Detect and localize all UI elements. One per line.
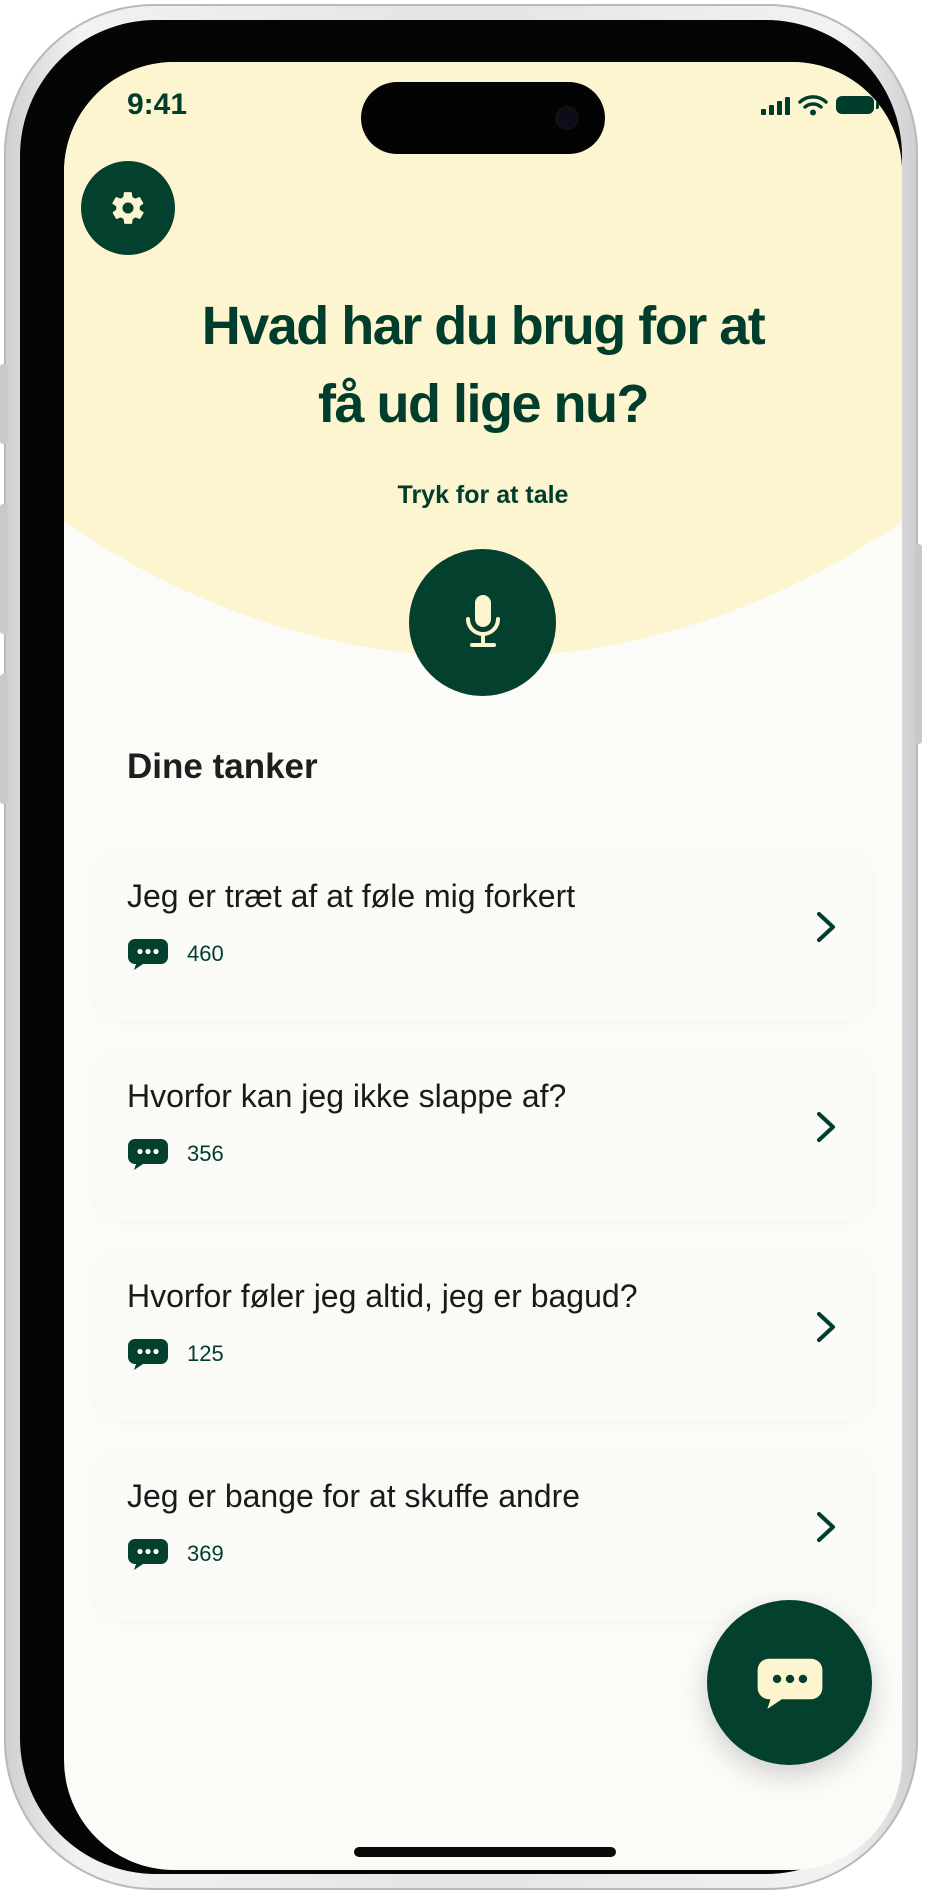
thought-item[interactable]: Hvorfor kan jeg ikke slappe af? 356 xyxy=(94,1052,872,1220)
gear-icon xyxy=(112,192,144,224)
thought-title: Hvorfor kan jeg ikke slappe af? xyxy=(127,1078,567,1114)
new-chat-button[interactable] xyxy=(707,1600,872,1765)
chat-bubble-icon xyxy=(757,1658,822,1709)
page-title-line-1: Hvad har du brug for at xyxy=(201,296,766,356)
phone-frame: 9:41 Hvad har du brug for at få ud lige … xyxy=(0,4,922,1890)
thought-item[interactable]: Jeg er træt af at føle mig forkert 460 xyxy=(94,852,872,1020)
action-button xyxy=(0,364,8,444)
chevron-right-icon xyxy=(817,1112,835,1142)
thought-meta: 125 xyxy=(127,1337,224,1371)
comment-count: 356 xyxy=(187,1141,224,1166)
volume-up-button xyxy=(0,504,8,634)
cellular-signal-icon xyxy=(761,95,790,115)
thought-meta: 369 xyxy=(127,1537,224,1571)
battery-icon xyxy=(836,96,879,114)
thought-title: Hvorfor føler jeg altid, jeg er bagud? xyxy=(127,1278,638,1314)
comment-count: 369 xyxy=(187,1541,224,1566)
thought-meta: 460 xyxy=(127,937,224,971)
thought-title: Jeg er træt af at føle mig forkert xyxy=(127,878,576,914)
chevron-right-icon xyxy=(817,1512,835,1542)
thought-item[interactable]: Jeg er bange for at skuffe andre 369 xyxy=(94,1452,872,1620)
wifi-icon xyxy=(798,95,828,116)
app-screen: 9:41 Hvad har du brug for at få ud lige … xyxy=(64,62,902,1870)
thought-meta: 356 xyxy=(127,1137,224,1171)
chat-bubble-icon xyxy=(128,1339,168,1370)
comment-count: 125 xyxy=(187,1341,224,1366)
microphone-button[interactable] xyxy=(409,549,556,696)
dynamic-island xyxy=(361,82,605,154)
microphone-icon xyxy=(465,594,500,647)
page-title: Hvad har du brug for at få ud lige nu? xyxy=(124,287,842,443)
power-button xyxy=(914,544,922,744)
volume-down-button xyxy=(0,674,8,804)
comment-count: 460 xyxy=(187,941,224,966)
chat-bubble-icon xyxy=(128,939,168,970)
chevron-right-icon xyxy=(817,1312,835,1342)
settings-button[interactable] xyxy=(81,161,175,255)
page-title-line-2: få ud lige nu? xyxy=(318,374,649,434)
status-icons xyxy=(761,92,879,118)
home-indicator[interactable] xyxy=(354,1847,616,1857)
chat-bubble-icon xyxy=(128,1139,168,1170)
section-title: Dine tanker xyxy=(127,747,318,786)
speak-prompt: Tryk for at tale xyxy=(397,481,569,509)
chevron-right-icon xyxy=(817,912,835,942)
front-camera xyxy=(555,106,579,130)
chat-bubble-icon xyxy=(128,1539,168,1570)
thought-title: Jeg er bange for at skuffe andre xyxy=(127,1478,581,1514)
thought-item[interactable]: Hvorfor føler jeg altid, jeg er bagud? 1… xyxy=(94,1252,872,1420)
phone-bezel: 9:41 Hvad har du brug for at få ud lige … xyxy=(20,20,902,1874)
status-time: 9:41 xyxy=(127,88,188,121)
